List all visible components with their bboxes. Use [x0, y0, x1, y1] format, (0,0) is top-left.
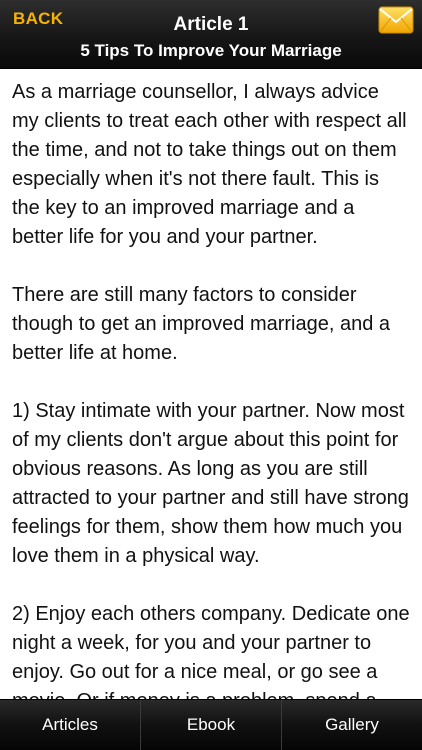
page-title: Article 1	[173, 14, 249, 35]
tab-gallery[interactable]: Gallery	[281, 700, 422, 750]
article-text: As a marriage counsellor, I always advic…	[0, 69, 422, 699]
article-paragraph-3: 1) Stay intimate with your partner. Now …	[12, 400, 409, 567]
tab-articles[interactable]: Articles	[0, 700, 140, 750]
tab-ebook[interactable]: Ebook	[140, 700, 281, 750]
article-paragraph-1: As a marriage counsellor, I always advic…	[12, 81, 407, 248]
article-content[interactable]: As a marriage counsellor, I always advic…	[0, 69, 422, 699]
envelope-icon	[378, 6, 414, 34]
navigation-bar: BACK Article 1 5 Tips To Improve Your Ma…	[0, 0, 422, 69]
tab-bar: Articles Ebook Gallery	[0, 699, 422, 750]
page-subtitle: 5 Tips To Improve Your Marriage	[80, 41, 342, 60]
article-paragraph-4: 2) Enjoy each others company. Dedicate o…	[12, 603, 410, 699]
mail-button[interactable]	[378, 6, 414, 34]
app-screen: BACK Article 1 5 Tips To Improve Your Ma…	[0, 0, 422, 750]
article-paragraph-2: There are still many factors to consider…	[12, 284, 391, 364]
